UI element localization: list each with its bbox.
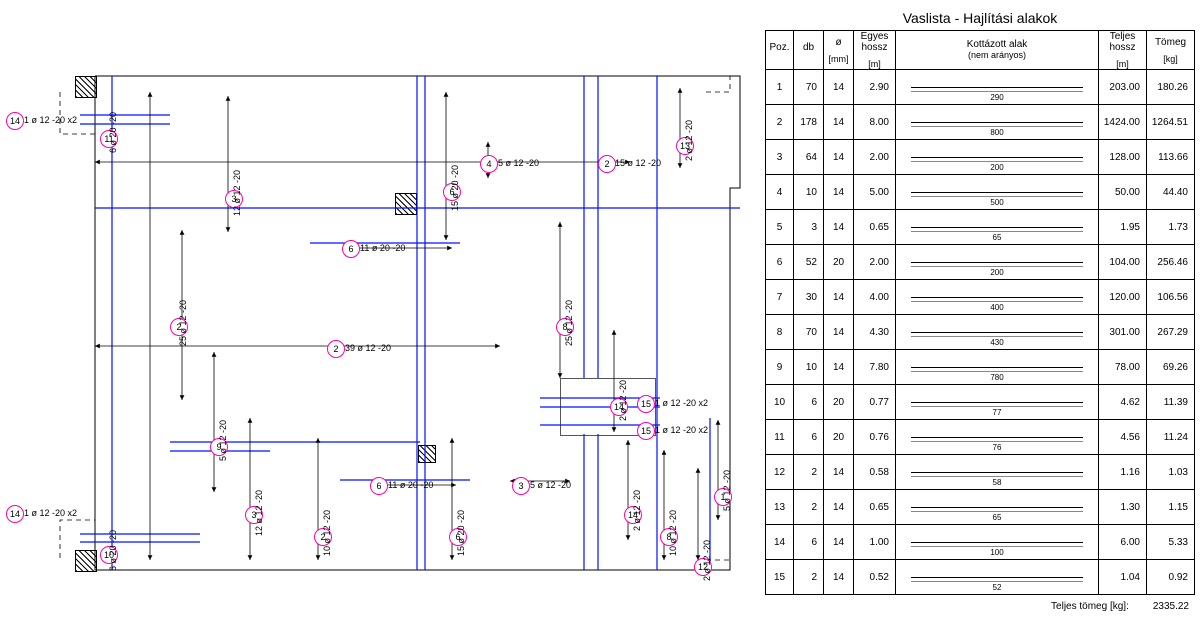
rebar-callout: 10 ø 12 -20 <box>668 510 678 556</box>
rebar-callout: 5 ø 12 -20 <box>218 420 228 461</box>
rebar-callout: 25 ø 12 -20 <box>178 300 188 346</box>
rebar-callout: 25 ø 12 -20 <box>564 300 574 346</box>
col-tot: Teljes hossz[m] <box>1099 31 1147 70</box>
col-len: Egyes hossz[m] <box>854 31 896 70</box>
table-row: 53140.65651.951.73 <box>766 210 1195 245</box>
position-bubble: 15 <box>637 395 655 413</box>
rebar-callout: 15 ø 20 -20 <box>456 510 466 556</box>
rebar-callout: 10 ø 12 -20 <box>322 510 332 556</box>
table-row: 364142.00200128.00113.66 <box>766 140 1195 175</box>
table-row: 2178148.008001424.001264.51 <box>766 105 1195 140</box>
rebar-callout: 1 ø 12 -20 x2 <box>655 425 708 435</box>
rebar-schedule: Vaslista - Hajlítási alakok Poz. db ø[mm… <box>765 10 1195 612</box>
rebar-callout: 5 ø 12 -20 <box>530 480 571 490</box>
table-title: Vaslista - Hajlítási alakok <box>765 10 1195 26</box>
table-row: 146141.001006.005.33 <box>766 525 1195 560</box>
rebar-callout: 2 ø 12 -20 <box>618 380 628 421</box>
table-row: 122140.58581.161.03 <box>766 455 1195 490</box>
rebar-callout: 12 ø 12 -20 <box>254 490 264 536</box>
rebar-callout: 2 ø 12 -20 <box>632 490 642 531</box>
rebar-callout: 5 ø 12 -20 <box>722 470 732 511</box>
rebar-callout: 1 ø 12 -20 x2 <box>655 398 708 408</box>
rebar-callout: 6 ø 20 -20 <box>108 112 118 153</box>
rebar-callout: 15 ø 12 -20 <box>615 158 661 168</box>
rebar-callout: 15 ø 20 -20 <box>450 165 460 211</box>
rebar-callout: 11 ø 20 -20 <box>360 243 405 253</box>
table-row: 170142.90290203.00180.26 <box>766 70 1195 105</box>
table-row: 116200.76764.5611.24 <box>766 420 1195 455</box>
rebar-callout: 2 ø 12 -20 <box>684 120 694 161</box>
rebar-plan-drawing: 141 ø 12 -20 x2141 ø 12 -20 x2116 ø 20 -… <box>0 0 760 621</box>
table-row: 106200.77774.6211.39 <box>766 385 1195 420</box>
table-row: 652202.00200104.00256.46 <box>766 245 1195 280</box>
position-bubble: 3 <box>512 477 530 495</box>
table-row: 132140.65651.301.15 <box>766 490 1195 525</box>
col-shape: Kottázott alak(nem arányos) <box>896 31 1099 70</box>
position-bubble: 14 <box>6 112 24 130</box>
table-row: 152140.52521.040.92 <box>766 560 1195 595</box>
plan-svg <box>0 0 760 621</box>
table-row: 870144.30430301.00267.29 <box>766 315 1195 350</box>
table-row: 410145.0050050.0044.40 <box>766 175 1195 210</box>
rebar-callout: 5 ø 12 -20 <box>498 158 539 168</box>
table-row: 730144.00400120.00106.56 <box>766 280 1195 315</box>
position-bubble: 6 <box>370 477 388 495</box>
col-db: db <box>794 31 824 70</box>
rebar-callout: 1 ø 12 -20 x2 <box>24 508 77 518</box>
position-bubble: 15 <box>637 422 655 440</box>
position-bubble: 14 <box>6 505 24 523</box>
rebar-table: Poz. db ø[mm] Egyes hossz[m] Kottázott a… <box>765 30 1195 595</box>
col-dia: ø[mm] <box>824 31 854 70</box>
position-bubble: 2 <box>327 340 345 358</box>
rebar-callout: 12 ø 12 -20 <box>232 170 242 216</box>
col-mass: Tömeg[kg] <box>1147 31 1195 70</box>
total-mass: Teljes tömeg [kg]:2335.22 <box>765 601 1195 612</box>
position-bubble: 4 <box>480 155 498 173</box>
rebar-callout: 1 ø 12 -20 x2 <box>24 115 77 125</box>
position-bubble: 6 <box>342 240 360 258</box>
rebar-callout: 11 ø 20 -20 <box>388 480 433 490</box>
table-row: 910147.8078078.0069.26 <box>766 350 1195 385</box>
rebar-callout: 6 ø 20 -20 <box>108 530 118 571</box>
position-bubble: 2 <box>598 155 616 173</box>
rebar-callout: 2 ø 12 -20 <box>702 540 712 581</box>
rebar-callout: 39 ø 12 -20 <box>345 343 391 353</box>
col-poz: Poz. <box>766 31 794 70</box>
